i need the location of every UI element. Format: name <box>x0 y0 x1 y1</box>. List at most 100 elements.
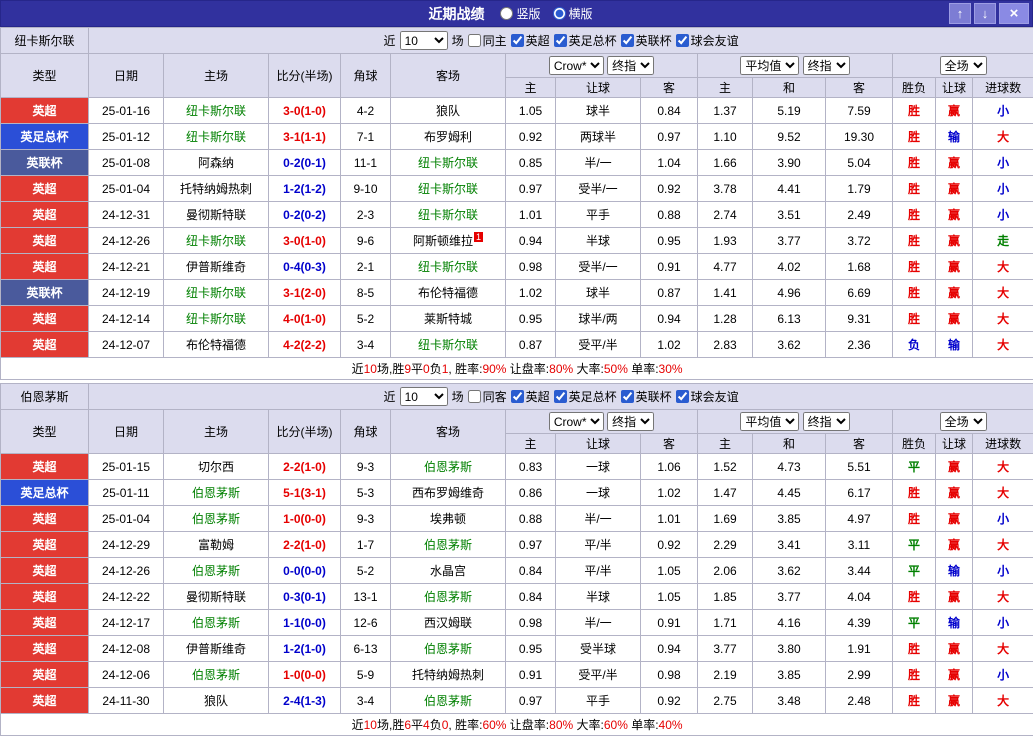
same-venue-checkbox[interactable]: 同客 <box>468 388 507 405</box>
ah-line: 一球 <box>556 454 641 480</box>
team-header-row: 伯恩茅斯 近 10 场 同客 英超 英足总杯 <box>1 384 1033 410</box>
ah-away-odds: 0.98 <box>641 662 698 688</box>
league-filter-epl[interactable]: 英超 <box>511 32 550 49</box>
league-filter-facup[interactable]: 英足总杯 <box>554 32 617 49</box>
col-eu-home: 主 <box>698 434 753 454</box>
layout-radio-horizontal[interactable]: 横版 <box>553 5 593 22</box>
eu-draw-odds: 5.19 <box>753 98 826 124</box>
score: 2-2(1-0) <box>269 532 341 558</box>
ah-home-odds: 0.97 <box>506 688 556 714</box>
league-filter-epl-input[interactable] <box>511 34 524 47</box>
home-team: 纽卡斯尔联 <box>164 124 269 150</box>
score: 0-2(0-2) <box>269 202 341 228</box>
league-filter-friendly-input[interactable] <box>676 390 689 403</box>
layout-radio-horizontal-input[interactable] <box>553 7 566 20</box>
league-filter-friendly-input[interactable] <box>676 34 689 47</box>
away-team: 西布罗姆维奇 <box>391 480 506 506</box>
ah-home-odds: 0.87 <box>506 332 556 358</box>
ah-line: 受平/半 <box>556 662 641 688</box>
league-filter-friendly[interactable]: 球会友谊 <box>676 32 739 49</box>
eu-home-odds: 1.52 <box>698 454 753 480</box>
home-team: 纽卡斯尔联 <box>164 228 269 254</box>
eu-index-select[interactable]: 终指 <box>803 412 850 431</box>
result-goals: 大 <box>973 584 1033 610</box>
scope-select[interactable]: 全场 <box>940 412 987 431</box>
score: 3-1(2-0) <box>269 280 341 306</box>
summary-segment: 场,胜 <box>377 362 404 376</box>
match-date: 24-12-22 <box>89 584 164 610</box>
summary-segment: 10 <box>364 718 377 732</box>
summary-segment: 40% <box>659 718 683 732</box>
away-team: 伯恩茅斯 <box>391 636 506 662</box>
col-date: 日期 <box>89 410 164 454</box>
league-filter-eflcup[interactable]: 英联杯 <box>621 388 672 405</box>
bookmaker-select[interactable]: Crow* <box>549 412 604 431</box>
matches-label: 场 <box>452 32 464 49</box>
result-wdl: 胜 <box>893 688 936 714</box>
ah-index-select[interactable]: 终指 <box>607 56 654 75</box>
bookmaker-select[interactable]: Crow* <box>549 56 604 75</box>
corners: 5-2 <box>341 306 391 332</box>
close-button[interactable]: × <box>999 3 1029 24</box>
league-filter-friendly[interactable]: 球会友谊 <box>676 388 739 405</box>
match-row: 英超24-11-30狼队2-4(1-3)3-4伯恩茅斯0.97平手0.922.7… <box>1 688 1033 714</box>
ah-home-odds: 0.97 <box>506 176 556 202</box>
league-filter-eflcup-input[interactable] <box>621 34 634 47</box>
league-filter-epl[interactable]: 英超 <box>511 388 550 405</box>
eu-avg-select[interactable]: 平均值 <box>740 412 799 431</box>
summary-segment: 平 <box>411 718 423 732</box>
layout-radio-vertical[interactable]: 竖版 <box>500 5 540 22</box>
league-filter-epl-input[interactable] <box>511 390 524 403</box>
league-filter-eflcup-input[interactable] <box>621 390 634 403</box>
match-row: 英超24-12-26纽卡斯尔联3-0(1-0)9-6阿斯顿维拉10.94半球0.… <box>1 228 1033 254</box>
col-away: 客场 <box>391 54 506 98</box>
move-up-button[interactable]: ↑ <box>949 3 971 24</box>
league-badge: 英超 <box>1 176 89 202</box>
league-badge: 英超 <box>1 332 89 358</box>
score: 3-1(1-1) <box>269 124 341 150</box>
result-handicap: 赢 <box>936 254 973 280</box>
league-badge: 英联杯 <box>1 280 89 306</box>
match-row: 英超24-12-26伯恩茅斯0-0(0-0)5-2水晶宫0.84平/半1.052… <box>1 558 1033 584</box>
results-body: 英超25-01-16纽卡斯尔联3-0(1-0)4-2狼队1.05球半0.841.… <box>1 98 1033 358</box>
ah-line: 球半/两 <box>556 306 641 332</box>
match-row: 英超24-12-22曼彻斯特联0-3(0-1)13-1伯恩茅斯0.84半球1.0… <box>1 584 1033 610</box>
filter-controls: 近 10 场 同主 英超 英足总杯 <box>89 31 1033 50</box>
ah-line: 两球半 <box>556 124 641 150</box>
match-date: 25-01-11 <box>89 480 164 506</box>
score: 1-0(0-0) <box>269 662 341 688</box>
col-eu-draw: 和 <box>753 434 826 454</box>
ah-home-odds: 0.94 <box>506 228 556 254</box>
recent-count-select[interactable]: 10 <box>400 387 448 406</box>
eu-draw-odds: 3.90 <box>753 150 826 176</box>
recent-count-select[interactable]: 10 <box>400 31 448 50</box>
same-venue-checkbox-input[interactable] <box>468 34 481 47</box>
away-team: 伯恩茅斯 <box>391 454 506 480</box>
summary-segment: 10 <box>364 362 377 376</box>
eu-index-select[interactable]: 终指 <box>803 56 850 75</box>
league-badge: 英超 <box>1 454 89 480</box>
home-team: 伯恩茅斯 <box>164 480 269 506</box>
result-handicap: 赢 <box>936 98 973 124</box>
league-filter-facup-input[interactable] <box>554 390 567 403</box>
match-date: 25-01-08 <box>89 150 164 176</box>
result-handicap: 输 <box>936 332 973 358</box>
league-filter-facup[interactable]: 英足总杯 <box>554 388 617 405</box>
col-type: 类型 <box>1 54 89 98</box>
ah-index-select[interactable]: 终指 <box>607 412 654 431</box>
corners: 4-2 <box>341 98 391 124</box>
result-handicap: 赢 <box>936 480 973 506</box>
layout-radio-vertical-input[interactable] <box>500 7 513 20</box>
league-badge: 英足总杯 <box>1 480 89 506</box>
same-venue-checkbox[interactable]: 同主 <box>468 32 507 49</box>
league-filter-facup-input[interactable] <box>554 34 567 47</box>
ah-home-odds: 0.88 <box>506 506 556 532</box>
page-title: 近期战绩 <box>428 4 484 24</box>
move-down-button[interactable]: ↓ <box>974 3 996 24</box>
eu-avg-select[interactable]: 平均值 <box>740 56 799 75</box>
scope-select[interactable]: 全场 <box>940 56 987 75</box>
away-team: 托特纳姆热刺 <box>391 662 506 688</box>
ah-away-odds: 0.92 <box>641 532 698 558</box>
same-venue-checkbox-input[interactable] <box>468 390 481 403</box>
league-filter-eflcup[interactable]: 英联杯 <box>621 32 672 49</box>
